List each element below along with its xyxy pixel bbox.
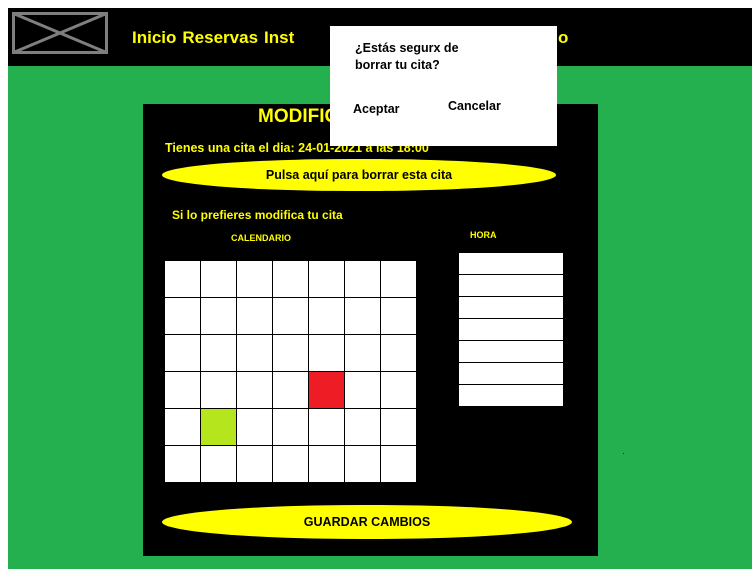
main-nav: Inicio Reservas Inst — [132, 28, 294, 48]
nav-item-inicio[interactable]: Inicio — [132, 28, 176, 48]
calendar-day-cell[interactable] — [381, 446, 416, 482]
calendar-label: CALENDARIO — [231, 233, 291, 243]
calendar-day-cell[interactable] — [165, 409, 200, 445]
calendar-day-cell[interactable] — [201, 335, 236, 371]
hour-slot[interactable] — [459, 275, 563, 296]
calendar-day-cell[interactable] — [201, 372, 236, 408]
calendar-day-cell[interactable] — [309, 298, 344, 334]
hour-slot[interactable] — [459, 297, 563, 318]
hour-slot[interactable] — [459, 319, 563, 340]
hour-slot[interactable] — [459, 385, 563, 406]
calendar-day-cell[interactable] — [165, 446, 200, 482]
confirm-dialog: ¿Estás segurx de borrar tu cita? Aceptar… — [330, 26, 557, 146]
hour-list — [459, 253, 563, 406]
calendar-day-cell[interactable] — [237, 372, 272, 408]
calendar-day-cell[interactable] — [345, 335, 380, 371]
calendar-day-cell[interactable] — [201, 446, 236, 482]
accept-button[interactable]: Aceptar — [353, 102, 400, 116]
calendar-day-cell[interactable] — [309, 261, 344, 297]
calendar-day-cell[interactable] — [201, 298, 236, 334]
modify-prompt: Si lo prefieres modifica tu cita — [172, 208, 343, 222]
hour-slot[interactable] — [459, 363, 563, 384]
calendar-day-cell[interactable] — [237, 446, 272, 482]
image-placeholder-icon[interactable] — [12, 12, 108, 54]
calendar-day-cell[interactable] — [165, 261, 200, 297]
calendar-day-cell[interactable] — [345, 298, 380, 334]
dialog-message: ¿Estás segurx de borrar tu cita? — [355, 41, 459, 72]
calendar-day-cell[interactable] — [165, 298, 200, 334]
calendar-day-cell[interactable] — [273, 446, 308, 482]
calendar-day-cell[interactable] — [381, 261, 416, 297]
calendar-day-cell[interactable] — [273, 298, 308, 334]
calendar-grid — [165, 261, 416, 482]
calendar-day-cell[interactable] — [237, 261, 272, 297]
nav-item-reservas[interactable]: Reservas — [182, 28, 258, 48]
calendar-day-cell[interactable] — [273, 409, 308, 445]
cancel-button[interactable]: Cancelar — [448, 99, 501, 113]
save-changes-button[interactable]: GUARDAR CAMBIOS — [162, 505, 572, 539]
calendar-day-cell[interactable] — [381, 409, 416, 445]
calendar-day-cell[interactable] — [381, 335, 416, 371]
calendar-day-cell[interactable] — [345, 409, 380, 445]
nav-item-inst[interactable]: Inst — [264, 28, 294, 48]
calendar-day-cell[interactable] — [237, 409, 272, 445]
calendar-day-cell[interactable] — [309, 372, 344, 408]
calendar-day-cell[interactable] — [165, 335, 200, 371]
calendar-day-cell[interactable] — [201, 409, 236, 445]
calendar-day-cell[interactable] — [345, 372, 380, 408]
hour-slot[interactable] — [459, 341, 563, 362]
calendar-day-cell[interactable] — [345, 261, 380, 297]
calendar-day-cell[interactable] — [165, 372, 200, 408]
calendar-day-cell[interactable] — [345, 446, 380, 482]
calendar-day-cell[interactable] — [273, 372, 308, 408]
calendar-day-cell[interactable] — [309, 409, 344, 445]
stray-dot — [623, 453, 624, 454]
hour-slot[interactable] — [459, 253, 563, 274]
page-title: MODIFIC — [258, 106, 339, 127]
calendar-day-cell[interactable] — [237, 335, 272, 371]
calendar-day-cell[interactable] — [309, 335, 344, 371]
hour-label: HORA — [470, 230, 497, 240]
delete-appointment-button[interactable]: Pulsa aquí para borrar esta cita — [162, 159, 556, 191]
calendar-day-cell[interactable] — [381, 298, 416, 334]
nav-item-trailing[interactable]: o — [558, 28, 568, 48]
calendar-day-cell[interactable] — [381, 372, 416, 408]
calendar-day-cell[interactable] — [273, 261, 308, 297]
calendar-day-cell[interactable] — [201, 261, 236, 297]
calendar-day-cell[interactable] — [309, 446, 344, 482]
calendar-day-cell[interactable] — [237, 298, 272, 334]
calendar-day-cell[interactable] — [273, 335, 308, 371]
